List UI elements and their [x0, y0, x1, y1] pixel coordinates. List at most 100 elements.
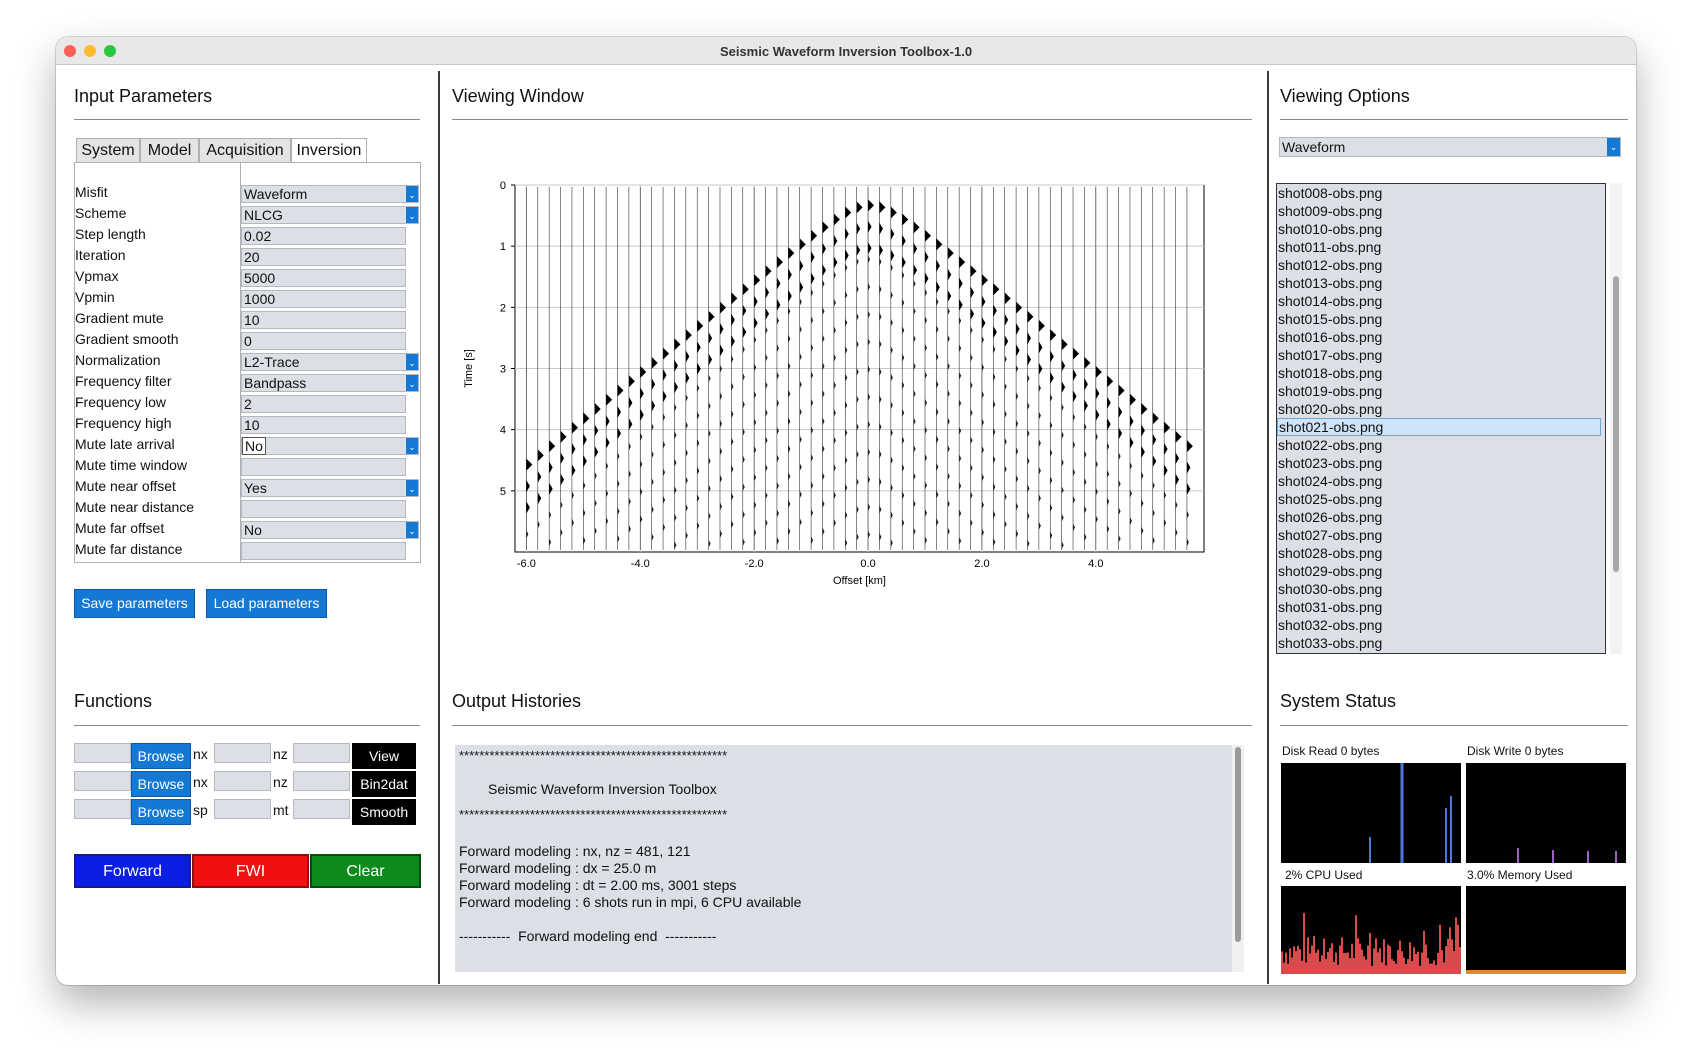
tab-model[interactable]: Model — [140, 138, 199, 163]
file-list-item[interactable]: shot024-obs.png — [1277, 472, 1601, 490]
file-list-item[interactable]: shot019-obs.png — [1277, 382, 1601, 400]
cpu-bar — [1421, 952, 1423, 974]
chevron-down-icon[interactable]: ⌄ — [406, 207, 418, 223]
param-value: 10 — [244, 417, 260, 433]
tab-acquisition[interactable]: Acquisition — [199, 138, 291, 163]
forward-button[interactable]: Forward — [74, 854, 191, 888]
file-list-item[interactable]: shot018-obs.png — [1277, 364, 1601, 382]
file-list-item[interactable]: shot016-obs.png — [1277, 328, 1601, 346]
chevron-down-icon[interactable]: ⌄ — [406, 186, 418, 202]
file-list-item[interactable]: shot028-obs.png — [1277, 544, 1601, 562]
param-label: Vpmin — [75, 289, 115, 305]
param-input[interactable] — [241, 500, 406, 518]
view-type-select[interactable]: Waveform ⌄ — [1279, 137, 1621, 157]
file-list-item[interactable]: shot033-obs.png — [1277, 634, 1601, 652]
cpu-bar — [1385, 965, 1387, 974]
param-input[interactable]: 0 — [241, 332, 406, 350]
path-input[interactable] — [74, 743, 131, 763]
param-input[interactable]: 5000 — [241, 269, 406, 287]
file-list-item[interactable]: shot013-obs.png — [1277, 274, 1601, 292]
tab-system[interactable]: System — [76, 138, 140, 163]
file-list-item[interactable]: shot027-obs.png — [1277, 526, 1601, 544]
param-input[interactable]: 1000 — [241, 290, 406, 308]
param-input[interactable]: 10 — [241, 311, 406, 329]
cpu-bar — [1369, 932, 1371, 974]
file-list-item[interactable]: shot030-obs.png — [1277, 580, 1601, 598]
browse-button[interactable]: Browse — [131, 799, 191, 825]
action-button-view[interactable]: View — [352, 743, 416, 769]
param-input[interactable]: 2 — [241, 395, 406, 413]
file-list-item[interactable]: shot029-obs.png — [1277, 562, 1601, 580]
cpu-bar — [1459, 946, 1461, 974]
chevron-down-icon[interactable]: ⌄ — [1607, 138, 1620, 156]
param-value: L2-Trace — [244, 354, 300, 370]
file-list-item[interactable]: shot020-obs.png — [1277, 400, 1601, 418]
param-select[interactable]: Waveform ⌄ — [241, 185, 419, 203]
chevron-down-icon[interactable]: ⌄ — [406, 354, 418, 370]
output-log[interactable]: ****************************************… — [455, 745, 1232, 972]
param-select[interactable]: No ⌄ — [241, 521, 419, 539]
dim1-input[interactable] — [214, 771, 271, 791]
cpu-label: 2% CPU Used — [1285, 868, 1363, 882]
load-parameters-button[interactable]: Load parameters — [206, 589, 327, 618]
dim2-input[interactable] — [293, 799, 350, 819]
dim2-input[interactable] — [293, 743, 350, 763]
file-list-item[interactable]: shot022-obs.png — [1277, 436, 1601, 454]
path-input[interactable] — [74, 799, 131, 819]
clear-button[interactable]: Clear — [310, 854, 421, 888]
param-input[interactable] — [241, 542, 406, 560]
browse-button[interactable]: Browse — [131, 771, 191, 797]
param-select[interactable]: L2-Trace ⌄ — [241, 353, 419, 371]
cpu-bar — [1443, 962, 1445, 974]
fwi-button[interactable]: FWI — [192, 854, 309, 888]
file-list-item[interactable]: shot010-obs.png — [1277, 220, 1601, 238]
chevron-down-icon[interactable]: ⌄ — [406, 522, 418, 538]
file-list-scrollbar-thumb[interactable] — [1613, 276, 1619, 572]
dim2-input[interactable] — [293, 771, 350, 791]
chevron-down-icon[interactable]: ⌄ — [406, 438, 418, 454]
file-list-item[interactable]: shot008-obs.png — [1277, 184, 1601, 202]
viewing-window-title: Viewing Window — [452, 86, 584, 106]
param-value: No — [242, 437, 266, 455]
param-input[interactable]: 10 — [241, 416, 406, 434]
param-input[interactable]: 0.02 — [241, 227, 406, 245]
tab-inversion[interactable]: Inversion — [291, 138, 367, 163]
file-list-item[interactable]: shot014-obs.png — [1277, 292, 1601, 310]
param-select[interactable]: NLCG ⌄ — [241, 206, 419, 224]
file-list-item[interactable]: shot026-obs.png — [1277, 508, 1601, 526]
file-list-item[interactable]: shot015-obs.png — [1277, 310, 1601, 328]
file-list-item[interactable]: shot012-obs.png — [1277, 256, 1601, 274]
chevron-down-icon[interactable]: ⌄ — [406, 480, 418, 496]
file-list-scrollbar[interactable] — [1610, 183, 1622, 654]
file-list-item[interactable]: shot017-obs.png — [1277, 346, 1601, 364]
action-button-smooth[interactable]: Smooth — [352, 799, 416, 825]
log-scrollbar-thumb[interactable] — [1235, 747, 1241, 942]
file-list-item[interactable]: shot021-obs.png — [1277, 418, 1601, 436]
cpu-bar — [1319, 961, 1321, 974]
cpu-bar — [1381, 962, 1383, 974]
param-input[interactable] — [241, 458, 406, 476]
param-input[interactable]: 20 — [241, 248, 406, 266]
file-list-item[interactable]: shot031-obs.png — [1277, 598, 1601, 616]
param-select[interactable]: Bandpass ⌄ — [241, 374, 419, 392]
dim1-input[interactable] — [214, 743, 271, 763]
save-parameters-button[interactable]: Save parameters — [74, 589, 195, 618]
path-input[interactable] — [74, 771, 131, 791]
action-button-bin2dat[interactable]: Bin2dat — [352, 771, 416, 797]
file-list-item[interactable]: shot023-obs.png — [1277, 454, 1601, 472]
browse-button[interactable]: Browse — [131, 743, 191, 769]
file-list-item[interactable]: shot011-obs.png — [1277, 238, 1601, 256]
cpu-bar — [1395, 963, 1397, 974]
file-list-item[interactable]: shot025-obs.png — [1277, 490, 1601, 508]
param-select[interactable]: Yes ⌄ — [241, 479, 419, 497]
cpu-bar — [1317, 949, 1319, 974]
param-label: Vpmax — [75, 268, 119, 284]
cpu-bar — [1351, 943, 1353, 974]
log-scrollbar[interactable] — [1232, 745, 1244, 972]
param-select[interactable]: No ⌄ — [241, 437, 419, 455]
file-list-item[interactable]: shot009-obs.png — [1277, 202, 1601, 220]
param-label: Frequency high — [75, 415, 172, 431]
file-list-item[interactable]: shot032-obs.png — [1277, 616, 1601, 634]
chevron-down-icon[interactable]: ⌄ — [406, 375, 418, 391]
dim1-input[interactable] — [214, 799, 271, 819]
